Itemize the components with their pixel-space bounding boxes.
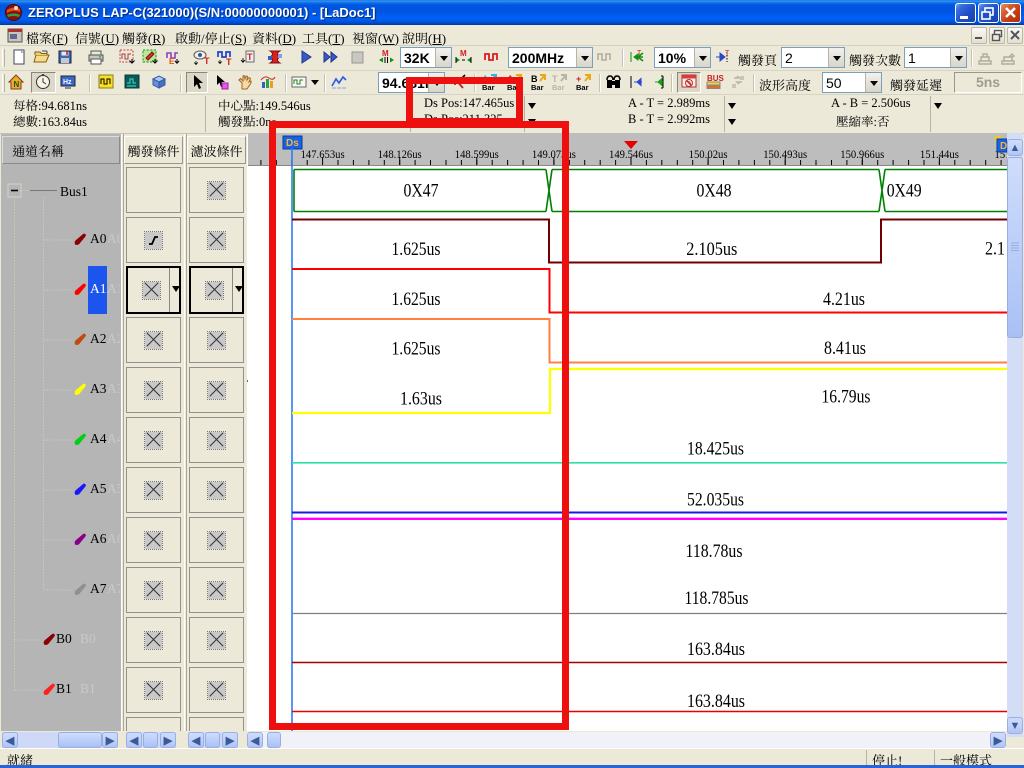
svg-text:163.84us: 163.84us [687, 691, 745, 712]
svg-text:Bar: Bar [552, 83, 565, 92]
svg-text:150.493us: 150.493us [763, 149, 807, 161]
svg-text:Hz: Hz [63, 79, 72, 86]
svg-text:52.035us: 52.035us [687, 489, 744, 510]
svg-text:T: T [725, 50, 730, 57]
svg-text:T: T [247, 52, 253, 62]
svg-text:150.966us: 150.966us [840, 149, 884, 161]
svg-text:4.21us: 4.21us [823, 289, 865, 310]
svg-text:M: M [460, 49, 467, 58]
svg-text:118.78us: 118.78us [686, 541, 743, 562]
svg-text:16.79us: 16.79us [822, 387, 871, 408]
svg-text:18.425us: 18.425us [687, 438, 744, 459]
svg-text:118.785us: 118.785us [685, 588, 749, 609]
svg-text:E: E [169, 57, 175, 66]
svg-text:T: T [226, 57, 232, 67]
svg-text:M: M [382, 49, 389, 58]
svg-text:0X49: 0X49 [887, 181, 922, 202]
svg-text:N: N [14, 80, 20, 89]
svg-text:2.1: 2.1 [985, 239, 1005, 260]
svg-text:151.44us: 151.44us [920, 149, 959, 161]
svg-text:T: T [204, 56, 210, 66]
svg-text:149.546us: 149.546us [609, 149, 653, 161]
svg-text:Bar: Bar [576, 83, 589, 92]
svg-text:D: D [1000, 141, 1007, 152]
svg-text:150.02us: 150.02us [689, 149, 728, 161]
svg-text:8.41us: 8.41us [824, 338, 866, 359]
svg-text:2.105us: 2.105us [686, 239, 737, 260]
svg-text:T: T [637, 50, 642, 57]
svg-text:Bar: Bar [531, 83, 544, 92]
svg-text:163.84us: 163.84us [687, 639, 745, 660]
svg-text:0X48: 0X48 [697, 181, 732, 202]
